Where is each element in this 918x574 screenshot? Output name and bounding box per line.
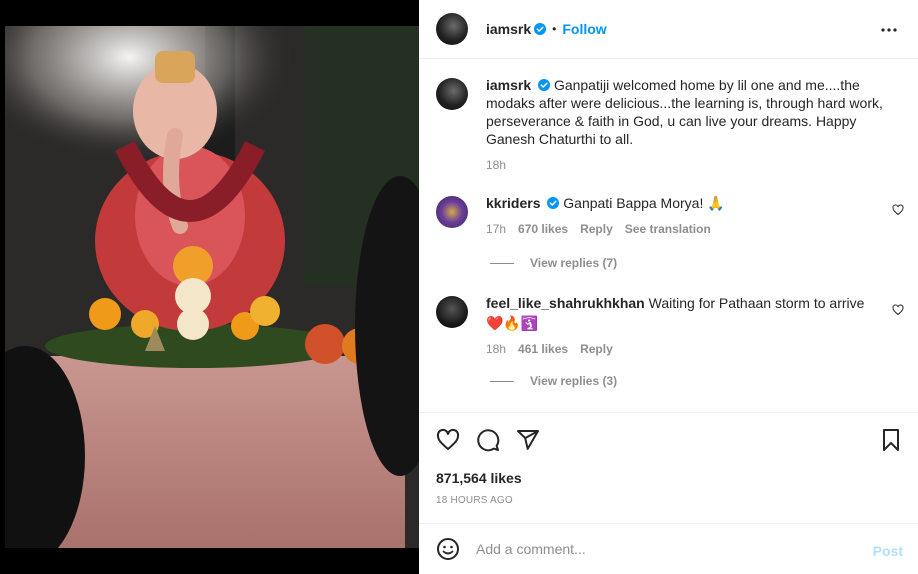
reply-button[interactable]: Reply	[580, 220, 613, 238]
post-comment-button[interactable]: Post	[873, 543, 903, 559]
caption-row: iamsrk Ganpatiji welcomed home by lil on…	[436, 76, 896, 174]
comment-row: kkriders Ganpati Bappa Morya! 🙏 17h 670 …	[436, 194, 876, 238]
post-photo[interactable]	[5, 26, 419, 548]
comment-likes[interactable]: 670 likes	[518, 220, 568, 238]
add-comment-bar: Post	[419, 523, 918, 574]
separator-dot: •	[552, 22, 557, 36]
comment-text: Ganpati Bappa Morya! 🙏	[563, 195, 725, 211]
comment-like-icon[interactable]	[892, 304, 904, 316]
replies-line	[490, 380, 514, 382]
verified-badge-icon	[547, 197, 560, 209]
caption-time: 18h	[486, 158, 507, 172]
view-replies-label: View replies (3)	[530, 374, 618, 388]
comment-body: feel_like_shahrukhkhan Waiting for Patha…	[486, 294, 864, 358]
author-username[interactable]: iamsrk	[486, 21, 531, 37]
commenter-username[interactable]: feel_like_shahrukhkhan	[486, 295, 645, 311]
comment-body: kkriders Ganpati Bappa Morya! 🙏 17h 670 …	[486, 194, 725, 238]
comment-input[interactable]	[476, 541, 846, 557]
comments-list[interactable]: iamsrk Ganpatiji welcomed home by lil on…	[419, 60, 918, 412]
caption-body: iamsrk Ganpatiji welcomed home by lil on…	[486, 76, 896, 174]
view-replies-label: View replies (7)	[530, 256, 618, 270]
see-translation-button[interactable]: See translation	[625, 220, 711, 238]
comment-like-icon[interactable]	[892, 204, 904, 216]
instagram-post-view: iamsrk • Follow iamsrk Ganpatiji welcome…	[0, 0, 918, 574]
caption-username[interactable]: iamsrk	[486, 77, 531, 93]
commenter-avatar[interactable]	[436, 296, 468, 328]
verified-badge-icon	[534, 23, 547, 35]
view-replies-button[interactable]: View replies (7)	[490, 256, 617, 270]
author-avatar[interactable]	[436, 13, 468, 45]
reply-button[interactable]: Reply	[580, 340, 613, 358]
comment-row: feel_like_shahrukhkhan Waiting for Patha…	[436, 294, 876, 358]
comment-likes[interactable]: 461 likes	[518, 340, 568, 358]
comment-icon[interactable]	[476, 428, 500, 452]
commenter-username[interactable]: kkriders	[486, 195, 540, 211]
more-options-icon[interactable]	[880, 21, 898, 39]
commenter-avatar[interactable]	[436, 196, 468, 228]
view-replies-button[interactable]: View replies (3)	[490, 374, 617, 388]
post-info-panel: iamsrk • Follow iamsrk Ganpatiji welcome…	[419, 0, 918, 574]
follow-button[interactable]: Follow	[562, 21, 606, 37]
like-icon[interactable]	[436, 428, 460, 452]
comment-text: Waiting for Pathaan storm to arrive	[648, 295, 865, 311]
replies-line	[490, 262, 514, 264]
verified-badge-icon	[538, 79, 551, 91]
post-header: iamsrk • Follow	[419, 0, 918, 59]
action-bar: 871,564 likes 18 HOURS AGO	[419, 412, 918, 506]
save-bookmark-icon[interactable]	[879, 428, 903, 452]
comment-emojis: ❤️🔥🛐	[486, 315, 539, 331]
emoji-icon[interactable]	[436, 537, 460, 561]
comment-time: 18h	[486, 342, 507, 356]
post-timestamp: 18 HOURS AGO	[436, 495, 513, 506]
ganesha-photo-illustration	[5, 26, 419, 548]
likes-count[interactable]: 871,564 likes	[436, 470, 522, 486]
author-avatar[interactable]	[436, 78, 468, 110]
share-icon[interactable]	[516, 428, 540, 452]
comment-time: 17h	[486, 222, 507, 236]
media-pane	[0, 0, 419, 574]
